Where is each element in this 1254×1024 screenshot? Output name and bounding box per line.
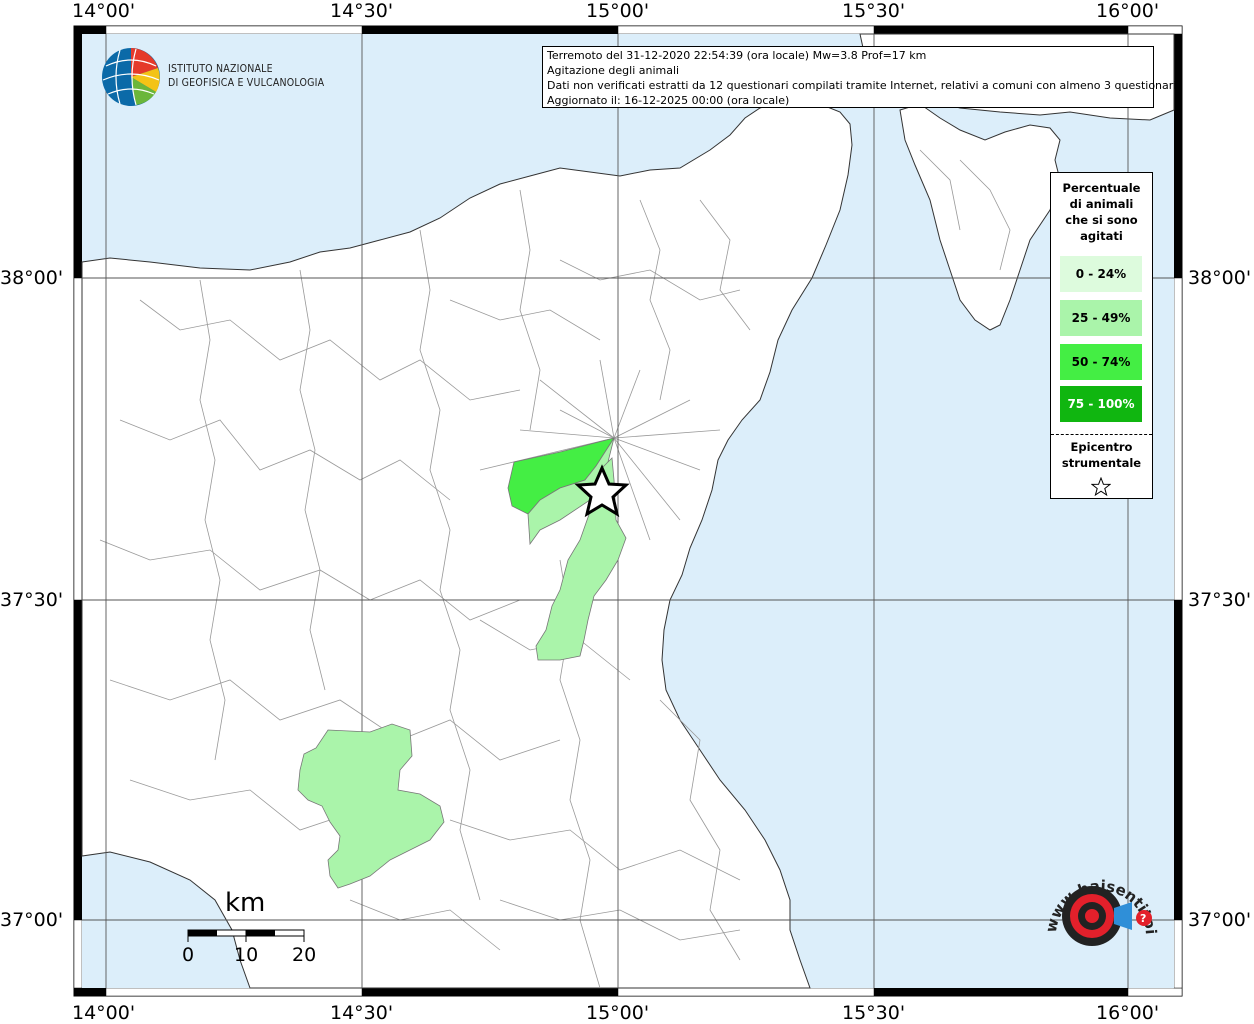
tick-top-5: 16°00' [1096,0,1160,22]
scale-label-0: 0 [182,944,195,966]
tick-left-2: 37°30' [0,589,64,611]
legend-title-line2: di animali [1069,197,1134,211]
tick-bottom-2: 14°30' [330,1002,394,1024]
legend-epicenter-label: Epicentro strumentale [1051,439,1152,471]
legend-title-line4: agitati [1080,229,1123,243]
ingv-name: ISTITUTO NAZIONALE DI GEOFISICA E VULCAN… [168,62,324,90]
tick-top-1: 14°00' [72,0,136,22]
ingv-name-line2: DI GEOFISICA E VULCANOLOGIA [168,77,325,89]
tick-bottom-3: 15°00' [586,1002,650,1024]
svg-text:?: ? [1140,912,1146,925]
haisentitoilterremoto-logo: www.haisentitoilterremoto.it ? [1026,858,1160,946]
tick-top-3: 15°00' [586,0,650,22]
legend-title: Percentuale di animali che si sono agita… [1051,180,1152,244]
scale-unit: km [225,888,266,918]
map-subject: Agitazione degli animali [547,64,680,77]
legend: Percentuale di animali che si sono agita… [1050,172,1153,499]
tick-right-2: 37°30' [1188,589,1252,611]
tick-top-2: 14°30' [330,0,394,22]
tick-left-1: 38°00' [0,267,64,289]
tick-bottom-1: 14°00' [72,1002,136,1024]
legend-title-line3: che si sono [1065,213,1138,227]
legend-epicenter-line1: Epicentro [1070,440,1133,454]
legend-epicenter-line2: strumentale [1061,456,1142,470]
legend-title-line1: Percentuale [1062,181,1141,195]
tick-bottom-5: 16°00' [1096,1002,1160,1024]
earthquake-title: Terremoto del 31-12-2020 22:54:39 (ora l… [547,49,927,62]
legend-class-1: 0 - 24% [1060,256,1142,292]
scale-label-10: 10 [234,944,259,966]
data-disclaimer: Dati non verificati estratti da 12 quest… [547,79,1180,92]
update-time: Aggiornato il: 16-12-2025 00:00 (ora loc… [547,94,790,107]
scale-label-20: 20 [292,944,317,966]
legend-separator [1051,434,1152,435]
tick-bottom-4: 15°30' [842,1002,906,1024]
legend-star-icon [1091,477,1111,497]
legend-class-3: 50 - 74% [1060,344,1142,380]
ingv-name-line1: ISTITUTO NAZIONALE [168,63,273,75]
legend-class-2: 25 - 49% [1060,300,1142,336]
tick-top-4: 15°30' [842,0,906,22]
tick-right-1: 38°00' [1188,267,1252,289]
tick-left-3: 37°00' [0,909,64,931]
earthquake-info-box: Terremoto del 31-12-2020 22:54:39 (ora l… [542,46,1180,108]
tick-right-3: 37°00' [1188,909,1252,931]
legend-class-4: 75 - 100% [1060,386,1142,422]
